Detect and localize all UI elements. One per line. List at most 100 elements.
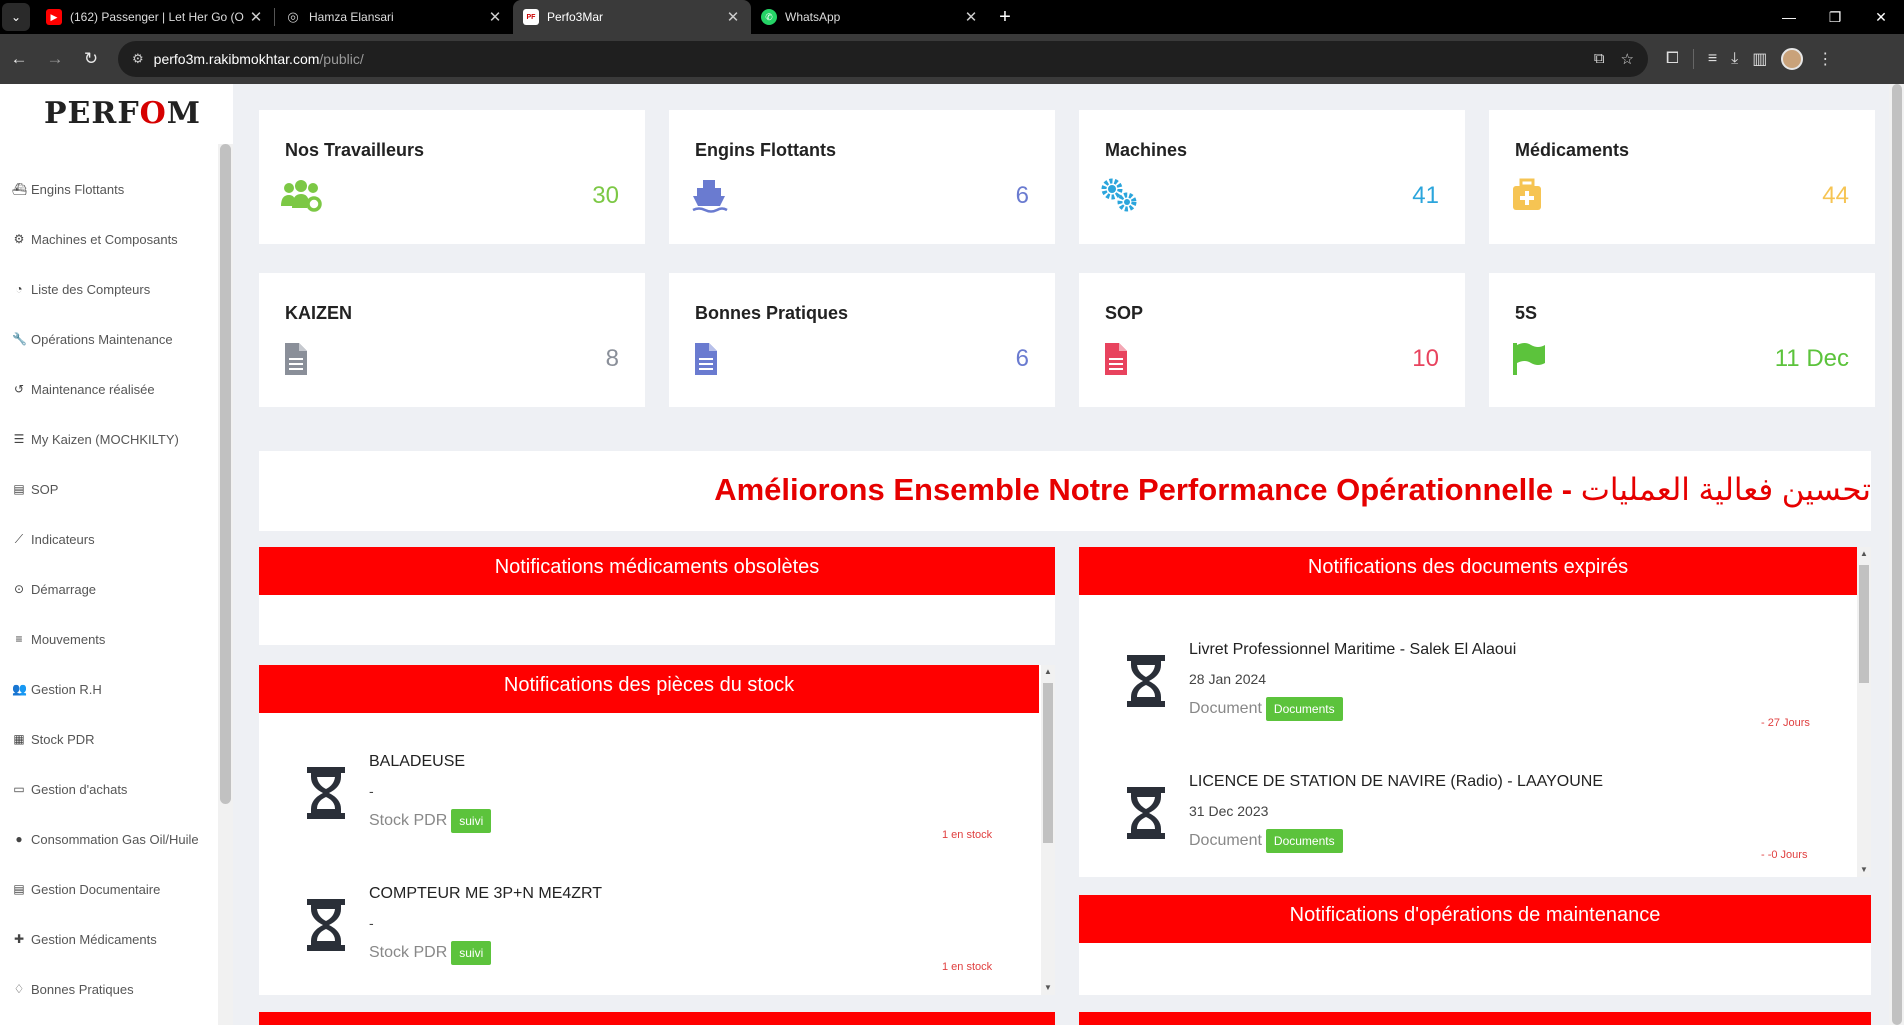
reload-icon[interactable]: ↻ bbox=[74, 42, 108, 76]
close-tab-icon[interactable]: ✕ bbox=[725, 8, 741, 26]
document-icon: ▤ bbox=[13, 882, 25, 896]
play-circle-icon: ⊙ bbox=[13, 582, 25, 596]
scrollbar-thumb[interactable] bbox=[220, 144, 231, 804]
sidebar-item-mouvements[interactable]: ≡ Mouvements bbox=[0, 614, 215, 664]
scrollbar-thumb[interactable] bbox=[1043, 683, 1053, 843]
tab-search-button[interactable]: ⌄ bbox=[2, 3, 30, 31]
sidebar-item-label: My Kaizen (MOCHKILTY) bbox=[31, 431, 179, 447]
card-travailleurs[interactable]: Nos Travailleurs 30 bbox=[259, 110, 645, 244]
site-info-icon[interactable]: ⚙ bbox=[132, 51, 144, 67]
site-icon: PF bbox=[523, 9, 539, 25]
card-5s[interactable]: 5S 11 Dec bbox=[1489, 273, 1875, 407]
panel-header-next bbox=[259, 1012, 1055, 1025]
notif-title: BALADEUSE bbox=[369, 753, 466, 770]
sidebar-item-liste-des-compteurs[interactable]: ◔ Liste des Compteurs bbox=[0, 264, 215, 314]
sidebar-item-gestion-m-dicaments[interactable]: ✚ Gestion Médicaments bbox=[0, 914, 215, 964]
droplet-icon: ● bbox=[15, 832, 23, 846]
notif-subtitle: 28 Jan 2024 bbox=[1189, 671, 1267, 687]
file-icon bbox=[285, 343, 307, 375]
list-item[interactable]: COMPTEUR ME 3P+N ME4ZRT - Stock PDR suivi… bbox=[259, 885, 1039, 995]
banner-text: Améliorons Ensemble Notre Performance Op… bbox=[714, 472, 1871, 508]
browser-tab-whatsapp[interactable]: ✆ WhatsApp ✕ bbox=[751, 0, 989, 34]
sidebar-item-gestion-documentaire[interactable]: ▤ Gestion Documentaire bbox=[0, 864, 215, 914]
sidebar-item-stock-pdr[interactable]: ▦ Stock PDR bbox=[0, 714, 215, 764]
download-icon[interactable]: ⤓ bbox=[1731, 50, 1738, 68]
profile-avatar[interactable] bbox=[1781, 48, 1804, 70]
close-window-icon[interactable]: ✕ bbox=[1858, 0, 1904, 34]
list-item[interactable]: Livret Professionnel Maritime - Salek El… bbox=[1079, 641, 1857, 761]
media-icon[interactable]: ≡ bbox=[1708, 50, 1717, 68]
status-badge[interactable]: suivi bbox=[451, 809, 492, 833]
panel-header-next bbox=[1079, 1012, 1871, 1025]
browser-tab-perfo3mar[interactable]: PF Perfo3Mar ✕ bbox=[513, 0, 751, 34]
card-machines[interactable]: Machines 41 bbox=[1079, 110, 1465, 244]
page-scrollbar[interactable] bbox=[1889, 84, 1904, 1025]
card-title: Médicaments bbox=[1515, 140, 1630, 160]
scroll-down-icon[interactable]: ▼ bbox=[1857, 865, 1871, 874]
url-path: /public/ bbox=[319, 51, 364, 67]
status-badge[interactable]: Documents bbox=[1265, 829, 1343, 853]
card-medicaments[interactable]: Médicaments 44 bbox=[1489, 110, 1875, 244]
sidebar-item-indicateurs[interactable]: ⟋ Indicateurs bbox=[0, 514, 215, 564]
sidebar-item-machines-et-composants[interactable]: ⚙ Machines et Composants bbox=[0, 214, 215, 264]
browser-tab-bar: ⌄ ▶ (162) Passenger | Let Her Go (O ✕ ◎ … bbox=[0, 0, 1904, 34]
back-icon[interactable]: ← bbox=[2, 42, 36, 76]
toolbar-divider bbox=[1692, 49, 1694, 69]
card-bonnes-pratiques[interactable]: Bonnes Pratiques 6 bbox=[669, 273, 1055, 407]
side-panel-icon[interactable]: ▥ bbox=[1752, 49, 1767, 69]
hourglass-icon bbox=[307, 767, 345, 819]
card-engins-flottants[interactable]: Engins Flottants 6 bbox=[669, 110, 1055, 244]
new-tab-button[interactable]: + bbox=[989, 0, 1021, 34]
minimize-icon[interactable]: — bbox=[1766, 0, 1812, 34]
sidebar-item-label: Indicateurs bbox=[31, 531, 95, 547]
close-tab-icon[interactable]: ✕ bbox=[963, 8, 979, 26]
scroll-up-icon[interactable]: ▲ bbox=[1857, 549, 1871, 558]
sidebar-item-d-marrage[interactable]: ⊙ Démarrage bbox=[0, 564, 215, 614]
sidebar-scrollbar[interactable] bbox=[218, 144, 233, 1025]
sidebar-item-bonnes-pratiques[interactable]: ♢ Bonnes Pratiques bbox=[0, 964, 215, 1014]
medkit-icon: ✚ bbox=[13, 932, 25, 946]
globe-icon: ◎ bbox=[287, 9, 299, 24]
scrollbar-thumb[interactable] bbox=[1859, 565, 1869, 683]
sidebar-item-gestion-r-h[interactable]: 👥 Gestion R.H bbox=[0, 664, 215, 714]
sidebar-item-my-kaizen-mochkilty[interactable]: ☰ My Kaizen (MOCHKILTY) bbox=[0, 414, 215, 464]
sidebar-item-engins-flottants[interactable]: ⛴ Engins Flottants bbox=[0, 164, 215, 214]
extensions-icon[interactable]: ⧠ bbox=[1666, 50, 1679, 68]
status-badge[interactable]: suivi bbox=[451, 941, 492, 965]
browser-tab-youtube[interactable]: ▶ (162) Passenger | Let Her Go (O ✕ bbox=[36, 0, 274, 34]
banner-text-ar: تحسين فعالية العمليات bbox=[1580, 472, 1871, 507]
translate-icon[interactable]: ⧉ bbox=[1594, 50, 1605, 68]
bookmark-star-icon[interactable]: ☆ bbox=[1621, 50, 1634, 68]
card-kaizen[interactable]: KAIZEN 8 bbox=[259, 273, 645, 407]
restore-icon[interactable]: ❐ bbox=[1812, 0, 1858, 34]
sidebar-item-maintenance-r-alis-e[interactable]: ↺ Maintenance réalisée bbox=[0, 364, 215, 414]
app-logo[interactable]: PERFOM bbox=[44, 96, 201, 131]
scroll-down-icon[interactable]: ▼ bbox=[1041, 983, 1055, 992]
history-icon: ↺ bbox=[13, 382, 25, 396]
ship-icon: ⛴ bbox=[12, 182, 28, 196]
browser-tab-hamza[interactable]: ◎ Hamza Elansari ✕ bbox=[275, 0, 513, 34]
address-bar[interactable]: ⚙ perfo3m.rakibmokhtar.com/public/ ⧉ ☆ bbox=[118, 41, 1648, 77]
card-value: 6 bbox=[1015, 345, 1029, 372]
lightbulb-icon: ♢ bbox=[13, 982, 25, 996]
scrollbar-thumb[interactable] bbox=[1892, 84, 1902, 1025]
card-sop[interactable]: SOP 10 bbox=[1079, 273, 1465, 407]
panel-scrollbar[interactable]: ▲ ▼ bbox=[1041, 665, 1055, 995]
list-item[interactable]: LICENCE DE STATION DE NAVIRE (Radio) - L… bbox=[1079, 773, 1857, 877]
close-tab-icon[interactable]: ✕ bbox=[487, 8, 503, 26]
scroll-up-icon[interactable]: ▲ bbox=[1041, 667, 1055, 676]
sidebar: PERFOM ⛴ Engins Flottants ⚙ Machines et Com… bbox=[0, 84, 233, 1025]
sidebar-item-consommation-gas-oil-huile[interactable]: ● Consommation Gas Oil/Huile bbox=[0, 814, 215, 864]
menu-kebab-icon[interactable]: ⋮ bbox=[1817, 49, 1833, 69]
notif-subtitle: - bbox=[369, 915, 374, 931]
sidebar-item-op-rations-maintenance[interactable]: 🔧 Opérations Maintenance bbox=[0, 314, 215, 364]
panel-scrollbar[interactable]: ▲ ▼ bbox=[1857, 547, 1871, 877]
url-host: perfo3m.rakibmokhtar.com bbox=[153, 51, 320, 67]
close-tab-icon[interactable]: ✕ bbox=[248, 8, 264, 26]
sidebar-item-gestion-d-achats[interactable]: ▭ Gestion d'achats bbox=[0, 764, 215, 814]
list-item[interactable]: BALADEUSE - Stock PDR suivi 1 en stock bbox=[259, 753, 1039, 873]
status-badge[interactable]: Documents bbox=[1265, 697, 1343, 721]
forward-icon[interactable]: → bbox=[38, 42, 72, 76]
sidebar-item-sop[interactable]: ▤ SOP bbox=[0, 464, 215, 514]
notif-status: 1 en stock bbox=[942, 961, 993, 973]
